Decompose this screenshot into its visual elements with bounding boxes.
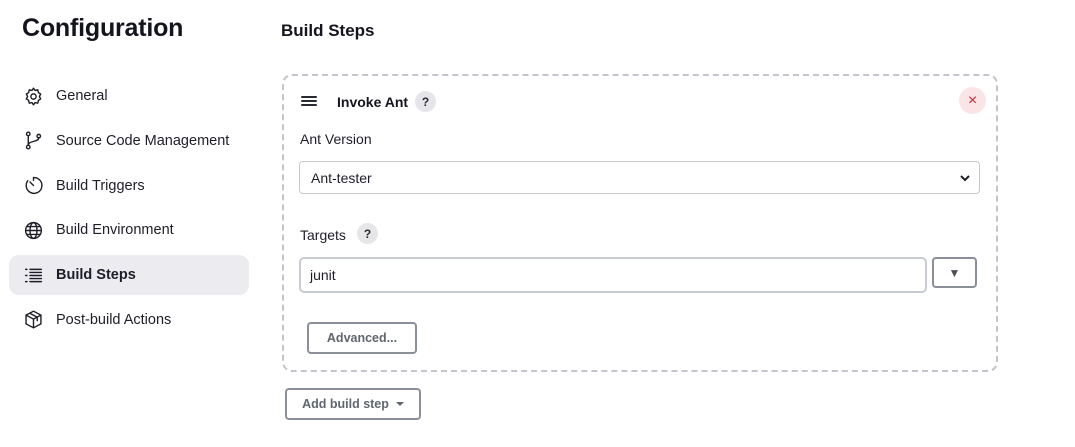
close-step-button[interactable]: × <box>959 87 986 114</box>
caret-down-icon <box>395 402 404 406</box>
targets-label: Targets <box>300 227 346 243</box>
section-title: Build Steps <box>281 21 375 40</box>
targets-value: junit <box>310 267 336 283</box>
sidebar-item-post-build-actions[interactable]: Post-build Actions <box>9 300 249 340</box>
git-branch-icon <box>22 130 44 152</box>
targets-help-button[interactable]: ? <box>357 223 378 244</box>
sidebar-item-label: Post-build Actions <box>56 311 172 328</box>
targets-input[interactable]: junit <box>299 257 927 293</box>
sidebar-item-label: Source Code Management <box>56 132 230 149</box>
expand-targets-button[interactable]: ▼ <box>932 257 977 288</box>
add-build-step-label: Add build step <box>302 397 389 411</box>
package-icon <box>22 309 44 331</box>
add-build-step-button[interactable]: Add build step <box>285 388 421 420</box>
sidebar-item-build-steps[interactable]: Build Steps <box>9 255 249 296</box>
advanced-button[interactable]: Advanced... <box>307 322 417 354</box>
step-title: Invoke Ant <box>337 94 409 110</box>
chevron-down-icon <box>959 171 971 183</box>
sidebar-item-general[interactable]: General <box>9 76 249 116</box>
sidebar-item-build-environment[interactable]: Build Environment <box>9 210 249 250</box>
ant-version-select[interactable]: Ant-tester <box>299 161 980 194</box>
configuration-page: Configuration General Source Code Manage… <box>0 0 1075 447</box>
sidebar-item-label: Build Steps <box>56 267 136 284</box>
list-icon <box>22 264 44 286</box>
globe-icon <box>22 219 44 241</box>
help-button[interactable]: ? <box>415 91 436 112</box>
page-title: Configuration <box>22 14 184 42</box>
build-step-card: Invoke Ant ? × Ant Version Ant-tester Ta… <box>282 74 998 372</box>
ant-version-value: Ant-tester <box>311 169 372 186</box>
sidebar-nav: General Source Code Management Build Tri… <box>9 76 249 345</box>
sidebar-item-label: General <box>56 88 108 104</box>
sidebar-item-source-code-management[interactable]: Source Code Management <box>9 121 249 161</box>
gear-icon <box>22 85 44 107</box>
sidebar-item-label: Build Environment <box>56 222 174 239</box>
sidebar-item-label: Build Triggers <box>56 177 145 194</box>
clock-icon <box>22 175 44 197</box>
ant-version-label: Ant Version <box>300 131 372 147</box>
drag-handle-icon[interactable] <box>301 94 317 108</box>
sidebar-item-build-triggers[interactable]: Build Triggers <box>9 166 249 206</box>
